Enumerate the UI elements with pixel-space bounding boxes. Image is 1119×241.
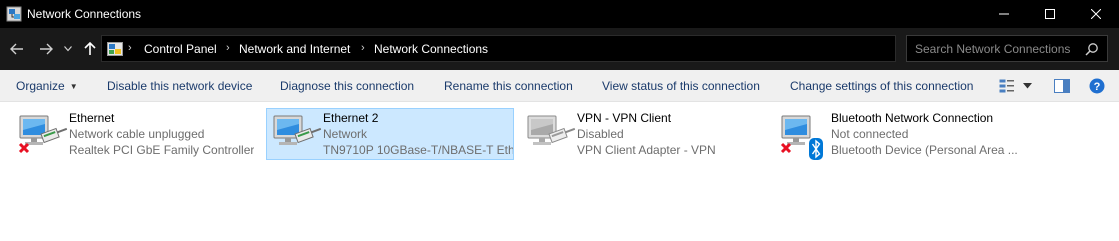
back-arrow-icon [10, 43, 23, 55]
connection-status: Network cable unplugged [69, 127, 205, 141]
change-view-icon[interactable] [999, 79, 1015, 93]
close-button[interactable] [1073, 0, 1119, 28]
breadcrumb-network-and-internet[interactable]: Network and Internet [239, 42, 350, 56]
breadcrumb-separator-icon[interactable]: › [128, 42, 132, 54]
back-button[interactable] [7, 39, 27, 59]
minimize-button[interactable] [981, 0, 1027, 28]
minimize-icon [999, 13, 1009, 15]
connection-device: TN9710P 10GBase-T/NBASE-T Eth... [323, 143, 513, 157]
connection-item-ethernet[interactable]: Ethernet Network cable unplugged Realtek… [12, 108, 260, 160]
connection-item-ethernet-2[interactable]: Ethernet 2 Network TN9710P 10GBase-T/NBA… [266, 108, 514, 160]
connection-status: Network [323, 127, 368, 141]
help-icon[interactable]: ? [1089, 78, 1105, 94]
bluetooth-network-icon [780, 115, 823, 160]
svg-text:?: ? [1094, 81, 1101, 93]
window-title: Network Connections [27, 7, 142, 21]
connection-item-bluetooth[interactable]: Bluetooth Network Connection Not connect… [774, 108, 1022, 160]
address-bar-row: › Control Panel › Network and Internet ›… [0, 28, 1119, 70]
address-box[interactable]: › Control Panel › Network and Internet ›… [101, 35, 986, 62]
forward-arrow-icon [40, 43, 53, 55]
breadcrumb-separator-icon[interactable]: › [361, 42, 365, 54]
disable-device-button[interactable]: Disable this network device [107, 79, 252, 93]
connection-status: Not connected [831, 127, 909, 141]
close-icon [1091, 9, 1101, 19]
connections-list: Ethernet Network cable unplugged Realtek… [0, 102, 1119, 241]
search-input[interactable] [915, 39, 1075, 58]
connection-name: VPN - VPN Client [577, 111, 672, 125]
diagnose-connection-button[interactable]: Diagnose this connection [280, 79, 414, 93]
connection-name: Bluetooth Network Connection [831, 111, 994, 125]
breadcrumb-network-connections[interactable]: Network Connections [374, 42, 488, 56]
network-adapter-icon [273, 115, 322, 145]
maximize-button[interactable] [1027, 0, 1073, 28]
view-options-chevron-icon[interactable] [1023, 83, 1032, 89]
view-status-button[interactable]: View status of this connection [602, 79, 760, 93]
breadcrumb-separator-icon[interactable]: › [226, 42, 230, 54]
network-adapter-icon [18, 115, 68, 154]
breadcrumb-control-panel[interactable]: Control Panel [144, 42, 217, 56]
title-bar: Network Connections [0, 0, 1119, 28]
connection-status: Disabled [577, 127, 624, 141]
organize-label: Organize [16, 79, 65, 93]
recent-locations-button[interactable] [61, 39, 75, 59]
dropdown-caret-icon: ▼ [69, 82, 78, 91]
preview-pane-icon[interactable] [1054, 79, 1070, 93]
organize-menu-button[interactable]: Organize ▼ [16, 79, 78, 93]
connection-device: Realtek PCI GbE Family Controller [69, 143, 255, 157]
up-arrow-icon [84, 42, 96, 55]
control-panel-icon [107, 42, 123, 56]
network-connections-app-icon [6, 6, 22, 22]
connection-item-vpn[interactable]: VPN - VPN Client Disabled VPN Client Ada… [520, 108, 768, 160]
command-bar: Organize ▼ Disable this network device Di… [0, 70, 1119, 102]
search-box[interactable] [906, 35, 1108, 62]
maximize-icon [1045, 9, 1055, 19]
chevron-down-icon [64, 46, 72, 52]
error-x-icon [780, 142, 792, 154]
forward-button[interactable] [36, 39, 56, 59]
up-button[interactable] [80, 39, 100, 59]
change-settings-button[interactable]: Change settings of this connection [790, 79, 973, 93]
connection-name: Ethernet 2 [323, 111, 379, 125]
search-icon [1085, 43, 1098, 56]
connection-device: VPN Client Adapter - VPN [577, 143, 716, 157]
connection-name: Ethernet [69, 111, 115, 125]
error-x-icon [18, 142, 30, 154]
disabled-network-adapter-icon [527, 115, 576, 145]
rename-connection-button[interactable]: Rename this connection [444, 79, 573, 93]
connection-device: Bluetooth Device (Personal Area ... [831, 143, 1018, 157]
